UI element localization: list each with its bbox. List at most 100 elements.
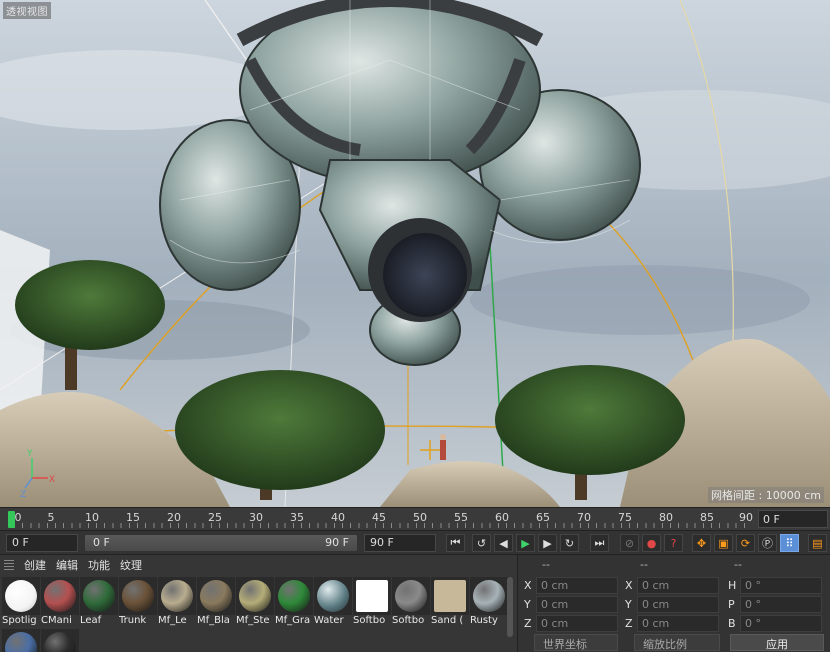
material-name: CMani (41, 615, 72, 626)
menu-edit[interactable]: 编辑 (56, 557, 78, 573)
scale-key-button[interactable]: ▣ (714, 534, 733, 552)
material-swatch[interactable]: Spotlig (2, 577, 40, 627)
rotate-key-button[interactable]: ⟳ (736, 534, 755, 552)
prev-key-button[interactable]: ↺ (472, 534, 491, 552)
grid-spacing-label: 网格间距 : 10000 cm (708, 487, 824, 503)
svg-text:Y: Y (26, 449, 33, 459)
question-icon: ? (670, 536, 677, 550)
next-key-button[interactable]: ↻ (560, 534, 579, 552)
autokey-button[interactable]: ? (664, 534, 683, 552)
rot-h-field[interactable]: 0 ° (740, 577, 822, 594)
size-z-label: Z (625, 617, 633, 630)
loop-back-icon: ↺ (476, 536, 487, 550)
material-swatch[interactable]: Rusty (470, 577, 508, 627)
rot-p-label: P (728, 598, 735, 611)
prev-frame-button[interactable]: ◀ (494, 534, 513, 552)
material-sphere-icon (200, 580, 232, 612)
ruler-tick: 25 (208, 511, 222, 524)
panel-grip-icon[interactable] (4, 560, 14, 570)
material-sphere-icon (356, 580, 388, 612)
start-frame-field[interactable]: 0 F (6, 534, 78, 552)
timeline-ruler[interactable]: 0 5 10 15 20 25 30 35 40 45 50 55 60 65 … (0, 507, 830, 530)
go-to-end-button[interactable]: ⏭ (590, 534, 609, 552)
pos-y-field[interactable]: 0 cm (536, 596, 618, 613)
apply-button[interactable]: 应用 (730, 634, 824, 651)
ruler-tick: 15 (126, 511, 140, 524)
pos-y-label: Y (524, 598, 531, 611)
material-sphere-icon (5, 580, 37, 612)
end-frame-field[interactable]: 90 F (364, 534, 436, 552)
material-swatch[interactable]: Mf_Bla (197, 577, 235, 627)
coord-mode-dropdown[interactable]: 世界坐标 (534, 634, 618, 651)
pos-x-label: X (524, 579, 532, 592)
next-frame-button[interactable]: ▶ (538, 534, 557, 552)
scale-mode-dropdown[interactable]: 缩放比例 (634, 634, 720, 651)
material-swatch[interactable]: Sand ( (431, 577, 469, 627)
material-name: Mf_Ste (236, 615, 270, 626)
frame-range-slider[interactable]: 0 F 90 F (84, 534, 358, 552)
film-icon: ▤ (812, 536, 823, 550)
material-swatch[interactable]: CMani (41, 577, 79, 627)
material-sphere-icon (317, 580, 349, 612)
rot-p-field[interactable]: 0 ° (740, 596, 822, 613)
material-scrollbar[interactable] (507, 577, 513, 637)
pos-z-field[interactable]: 0 cm (536, 615, 618, 632)
ruler-tick: 40 (331, 511, 345, 524)
menu-function[interactable]: 功能 (88, 557, 110, 573)
size-x-field[interactable]: 0 cm (637, 577, 719, 594)
range-start-label: 0 F (93, 536, 110, 549)
material-preview (2, 629, 40, 652)
material-manager: 创建 编辑 功能 纹理 Spotlig CMani Leaf Trunk Mf_Le Mf… (0, 554, 517, 652)
material-swatch[interactable]: Mf_Le (158, 577, 196, 627)
material-swatch[interactable]: Water (314, 577, 352, 627)
current-frame-field[interactable]: 0 F (758, 510, 828, 528)
menu-create[interactable]: 创建 (24, 557, 46, 573)
menu-texture[interactable]: 纹理 (120, 557, 142, 573)
record-button[interactable]: ● (642, 534, 661, 552)
move-key-button[interactable]: ✥ (692, 534, 711, 552)
ruler-tick: 60 (495, 511, 509, 524)
scene-render: Y X Z (0, 0, 830, 507)
go-to-start-button[interactable]: ⏮ (446, 534, 465, 552)
size-y-label: Y (625, 598, 632, 611)
material-name: Trunk (119, 615, 147, 626)
material-preview (80, 577, 118, 615)
material-swatch[interactable]: Mf_Ste (236, 577, 274, 627)
material-swatch[interactable] (41, 629, 79, 652)
record-icon: ● (646, 536, 657, 550)
material-sphere-icon (473, 580, 505, 612)
param-key-button[interactable]: Ⓟ (758, 534, 777, 552)
rot-b-field[interactable]: 0 ° (740, 615, 822, 632)
material-sphere-icon (239, 580, 271, 612)
material-swatch[interactable]: Softbo (353, 577, 391, 627)
ruler-tick: 20 (167, 511, 181, 524)
ruler-tick: 55 (454, 511, 468, 524)
play-icon: ▶ (521, 536, 530, 550)
svg-text:X: X (49, 475, 55, 485)
pos-x-field[interactable]: 0 cm (536, 577, 618, 594)
play-button[interactable]: ▶ (516, 534, 535, 552)
material-preview (470, 577, 508, 615)
points-key-button[interactable]: ⠿ (780, 534, 799, 552)
material-preview (314, 577, 352, 615)
material-preview (275, 577, 313, 615)
size-y-field[interactable]: 0 cm (637, 596, 719, 613)
material-swatch[interactable]: Trunk (119, 577, 157, 627)
rot-b-label: B (728, 617, 736, 630)
material-swatch[interactable]: Mf_Gra (275, 577, 313, 627)
viewport-title[interactable]: 透视视图 (3, 2, 51, 19)
size-z-field[interactable]: 0 cm (637, 615, 719, 632)
material-preview (41, 577, 79, 615)
material-preview (158, 577, 196, 615)
material-swatch[interactable]: Softbo (392, 577, 430, 627)
ruler-tick: 65 (536, 511, 550, 524)
material-swatch[interactable] (2, 629, 40, 652)
material-sphere-icon (44, 580, 76, 612)
material-preview (41, 629, 79, 652)
skip-forward-icon: ⏭ (594, 536, 605, 549)
perspective-viewport[interactable]: Y X Z 透视视图 网格间距 : 10000 cm (0, 0, 830, 507)
timeline-toggle-button[interactable]: ▤ (808, 534, 827, 552)
record-disabled-button[interactable]: ⊘ (620, 534, 639, 552)
material-swatch[interactable]: Leaf (80, 577, 118, 627)
material-grid: Spotlig CMani Leaf Trunk Mf_Le Mf_Bla Mf_Ste Mf… (2, 577, 508, 652)
